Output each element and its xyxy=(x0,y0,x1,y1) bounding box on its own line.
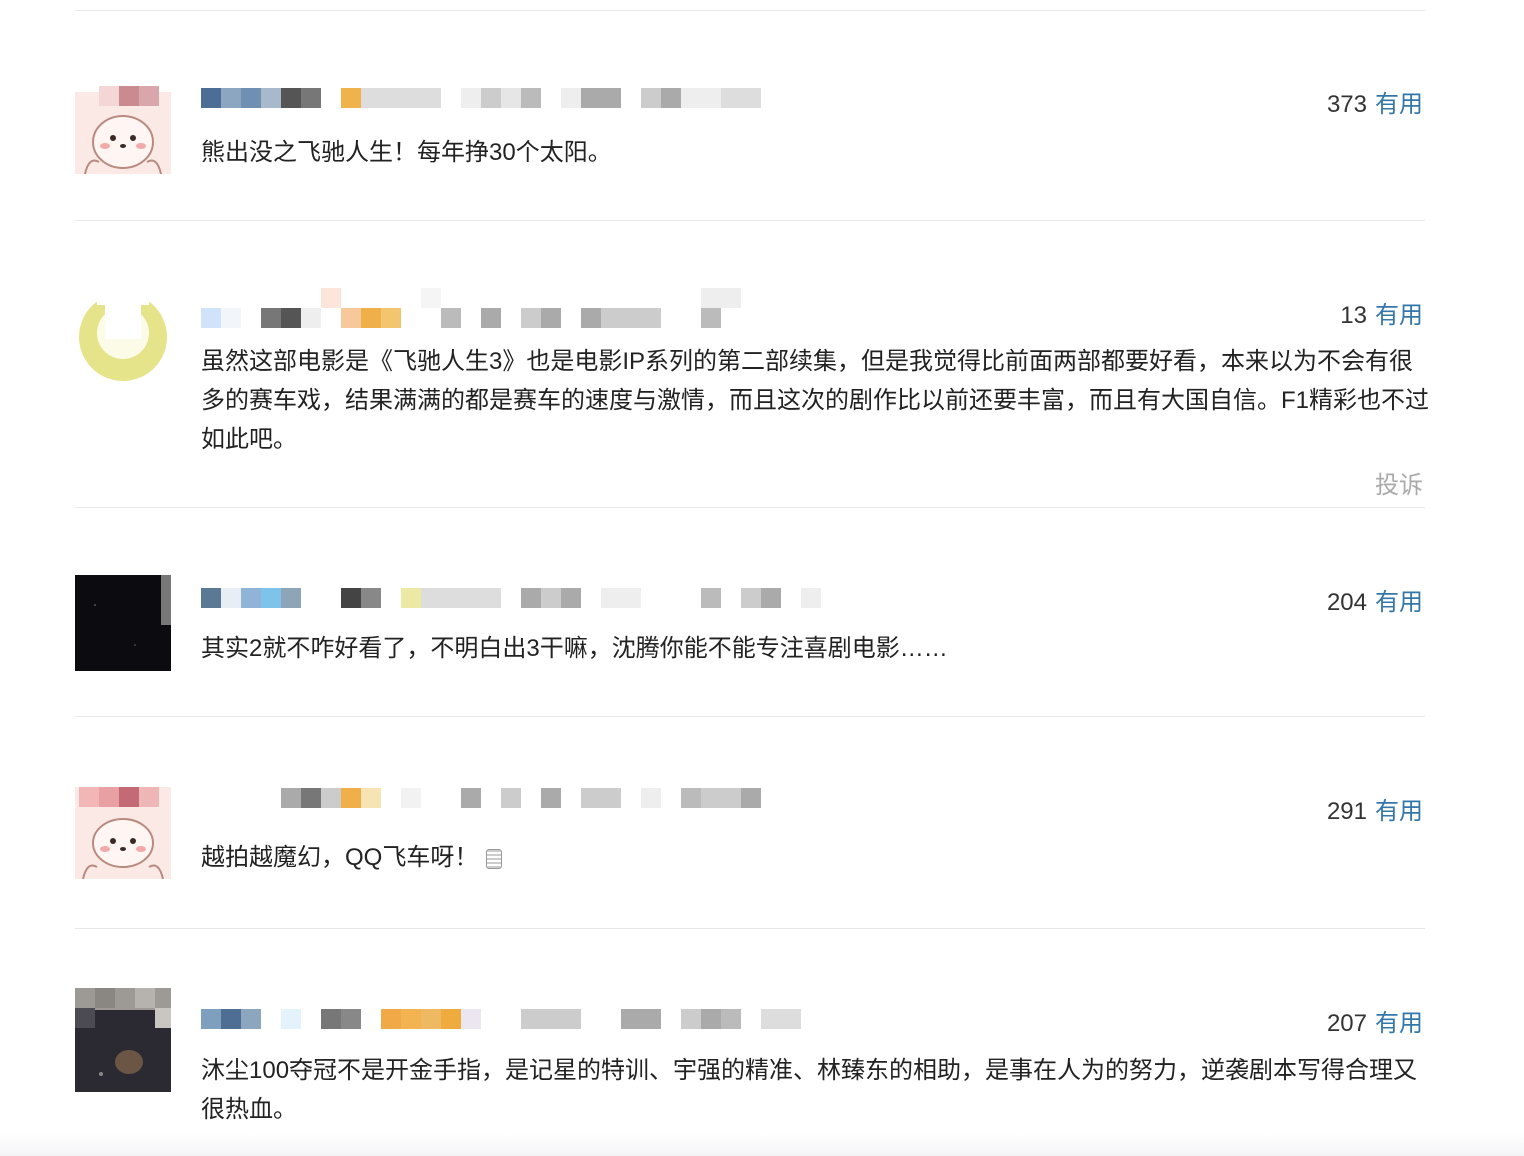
vote-count: 13 xyxy=(1340,302,1367,329)
comment-text: 越拍越魔幻，QQ飞车呀！ xyxy=(201,838,1431,877)
comment-text: 沐尘100夺冠不是开金手指，是记星的特训、宇强的精准、林臻东的相助，是事在人为的… xyxy=(201,1057,1418,1123)
comment-item: 207 有用 沐尘100夺冠不是开金手指，是记星的特训、宇强的精准、林臻东的相助，… xyxy=(75,929,1425,1156)
vote-count: 204 xyxy=(1326,589,1367,616)
useful-button[interactable]: 有用 xyxy=(1375,798,1423,825)
comment-text: 熊出没之飞驰人生！每年挣30个太阳。 xyxy=(201,139,612,166)
vote-count: 373 xyxy=(1326,91,1367,118)
avatar[interactable] xyxy=(75,76,171,174)
avatar[interactable] xyxy=(75,289,171,385)
useful-button[interactable]: 有用 xyxy=(1375,1010,1423,1037)
page-bottom-shade xyxy=(0,1134,1524,1156)
vote-area: 13 有用 xyxy=(1340,295,1423,330)
comment-text: 虽然这部电影是《飞驰人生3》也是电影IP系列的第二部续集，但是我觉得比前面两部都… xyxy=(201,348,1430,453)
vote-area: 373 有用 xyxy=(1327,84,1423,119)
comment-item: 204 有用 其实2就不咋好看了，不明白出3干嘛，沈腾你能不能专注喜剧电影…… xyxy=(75,508,1425,717)
comment-text: 其实2就不咋好看了，不明白出3干嘛，沈腾你能不能专注喜剧电影…… xyxy=(201,635,948,662)
avatar[interactable] xyxy=(75,988,171,1092)
comment-item: 13 有用 虽然这部电影是《飞驰人生3》也是电影IP系列的第二部续集，但是我觉得比… xyxy=(75,221,1429,508)
user-info-blurred[interactable] xyxy=(201,588,821,608)
useful-button[interactable]: 有用 xyxy=(1375,91,1423,118)
user-info-blurred[interactable] xyxy=(201,88,821,108)
emoji-icon xyxy=(486,849,503,869)
useful-button[interactable]: 有用 xyxy=(1375,302,1423,329)
avatar[interactable] xyxy=(75,787,171,879)
vote-area: 204 有用 xyxy=(1327,582,1423,617)
comment-text-content: 越拍越魔幻，QQ飞车呀！ xyxy=(201,844,479,871)
top-divider xyxy=(75,10,1425,11)
vote-count: 291 xyxy=(1326,798,1367,825)
comment-item: 291 有用 越拍越魔幻，QQ飞车呀！ xyxy=(75,717,1425,929)
vote-area: 207 有用 xyxy=(1327,1003,1423,1038)
user-info-blurred[interactable] xyxy=(201,1009,821,1029)
vote-area: 291 有用 xyxy=(1327,791,1423,826)
report-button[interactable]: 投诉 xyxy=(1375,465,1423,500)
comment-item: 373 有用 熊出没之飞驰人生！每年挣30个太阳。 xyxy=(75,60,1425,221)
user-info-blurred[interactable] xyxy=(201,288,821,328)
user-info-blurred[interactable] xyxy=(201,788,821,808)
useful-button[interactable]: 有用 xyxy=(1375,589,1423,616)
avatar[interactable] xyxy=(75,575,171,671)
vote-count: 207 xyxy=(1326,1010,1367,1037)
